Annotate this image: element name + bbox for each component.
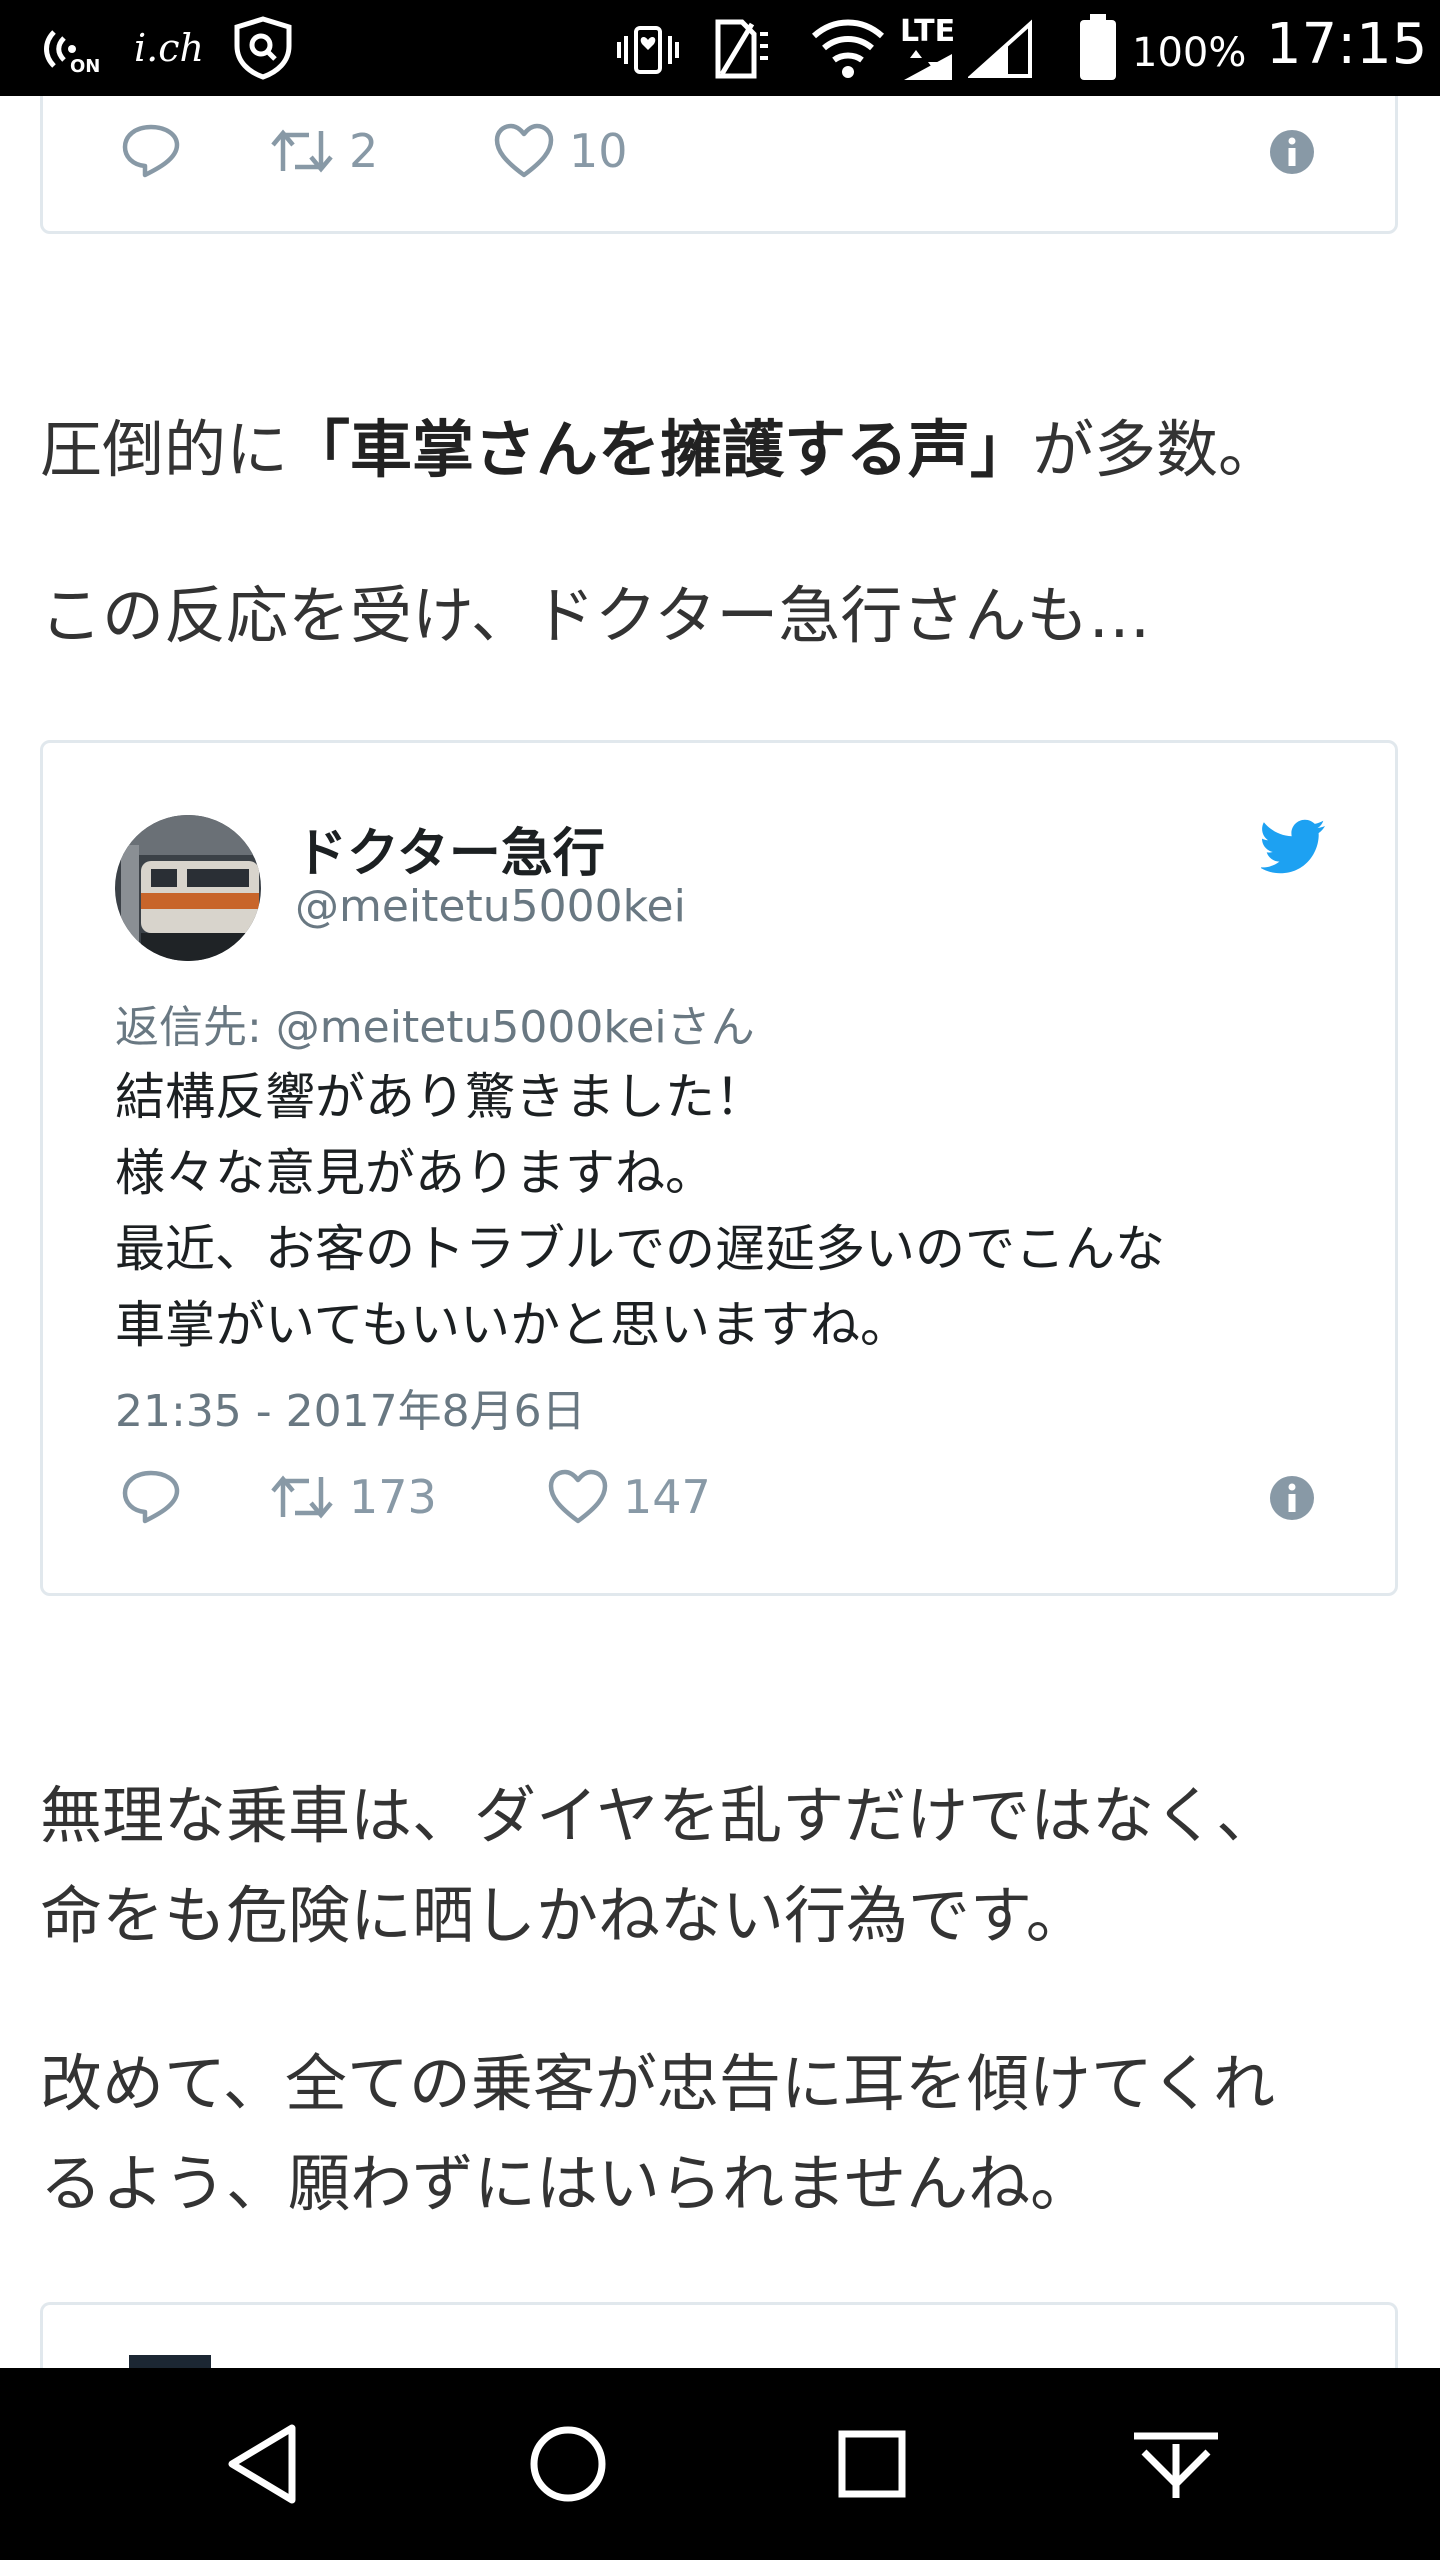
paragraph-3-line: 無理な乗車は、ダイヤを乱すだけではなく、: [40, 1779, 1279, 1852]
twitter-bird-icon[interactable]: [1261, 819, 1327, 875]
clock-time: 17:15: [1266, 12, 1428, 77]
paragraph-4-line: るよう、願わずにはいられませんね。: [40, 2147, 1093, 2220]
reply-icon: [122, 124, 180, 178]
paragraph-2: この反応を受け、ドクター急行さんも…: [40, 579, 1151, 652]
retweet-count: 173: [349, 1470, 437, 1524]
reply-icon: [122, 1470, 180, 1524]
tweet-body-line: 結構反響があり驚きました！: [115, 1068, 765, 1126]
battery-icon: [1078, 14, 1118, 86]
top-reply-button[interactable]: [121, 111, 181, 191]
navigation-bar: [0, 2368, 1440, 2560]
paragraph-1-bold: 「車掌さんを擁護する声」: [288, 413, 1033, 486]
nfc-on-label: ON: [70, 56, 101, 77]
avatar[interactable]: [129, 2355, 211, 2368]
reply-button[interactable]: [121, 1457, 181, 1537]
vibrate-icon: [616, 18, 680, 86]
next-tweet-card[interactable]: [40, 2302, 1398, 2368]
tweet-actions: 173 147: [43, 1457, 1395, 1537]
paragraph-1-prefix: 圧倒的に: [40, 413, 289, 486]
recents-icon[interactable]: [822, 2414, 922, 2514]
nfc-on-icon: ON: [40, 22, 104, 80]
top-like-button[interactable]: 10: [493, 111, 628, 191]
status-bar: ON i.ch LTE 100% 17:15: [0, 0, 1440, 96]
top-tweet-card[interactable]: 2 10: [40, 96, 1398, 234]
top-retweet-count: 2: [349, 124, 379, 178]
lte-signal-icon: LTE: [892, 14, 962, 82]
avatar[interactable]: [115, 815, 261, 961]
tweet-body-line: 車掌がいてもいいかと思いますね。: [115, 1296, 910, 1354]
retweet-button[interactable]: 173: [269, 1457, 437, 1537]
tweet-handle[interactable]: @meitetu5000kei: [295, 881, 686, 932]
battery-percent: 100%: [1132, 30, 1247, 76]
paragraph-1-suffix: が多数。: [1032, 413, 1281, 486]
wifi-icon: [810, 16, 886, 84]
info-icon[interactable]: [1269, 129, 1315, 175]
ich-app-icon: i.ch: [134, 26, 204, 70]
paragraph-3: 無理な乗車は、ダイヤを乱すだけではなく、 命をも危険に晒しかねない行為です。: [40, 1766, 1410, 1966]
tweet-body-line: 最近、お客のトラブルでの遅延多いのでこんな: [115, 1220, 1165, 1278]
tweet-display-name[interactable]: ドクター急行: [295, 811, 605, 886]
article-content[interactable]: 2 10 圧倒的に「車掌さんを擁護する声」が多数。 この反応を受け、ドクター急行…: [0, 96, 1440, 2368]
heart-icon: [494, 123, 554, 178]
like-count: 147: [623, 1470, 711, 1524]
paragraph-3-line: 命をも危険に晒しかねない行為です。: [40, 1879, 1088, 1952]
shield-search-icon: [232, 16, 294, 84]
paragraph-1: 圧倒的に「車掌さんを擁護する声」が多数。: [40, 400, 1410, 500]
no-sim-icon: [710, 16, 770, 86]
like-button[interactable]: 147: [547, 1457, 711, 1537]
top-like-count: 10: [569, 124, 628, 178]
cell-signal-icon: [966, 18, 1034, 84]
retweet-icon: [271, 1475, 333, 1519]
retweet-icon: [271, 129, 333, 173]
back-icon[interactable]: [214, 2414, 314, 2514]
embedded-tweet-card[interactable]: ドクター急行 @meitetu5000kei 返信先: @meitetu5000…: [40, 740, 1398, 1596]
heart-icon: [548, 1469, 608, 1524]
paragraph-4-line: 改めて、全ての乗客が忠告に耳を傾けてくれ: [40, 2047, 1276, 2120]
tweet-body: 結構反響があり驚きました！ 様々な意見がありますね。 最近、お客のトラブルでの遅…: [115, 1059, 1165, 1363]
notification-pull-icon[interactable]: [1126, 2414, 1226, 2514]
reply-to-text[interactable]: 返信先: @meitetu5000keiさん: [115, 991, 755, 1055]
info-icon[interactable]: [1269, 1475, 1315, 1521]
paragraph-4: 改めて、全ての乗客が忠告に耳を傾けてくれ るよう、願わずにはいられませんね。: [40, 2034, 1410, 2234]
tweet-body-line: 様々な意見がありますね。: [115, 1144, 715, 1202]
home-icon[interactable]: [518, 2414, 618, 2514]
top-retweet-button[interactable]: 2: [269, 111, 378, 191]
tweet-timestamp[interactable]: 21:35 - 2017年8月6日: [115, 1375, 586, 1439]
top-tweet-actions: 2 10: [43, 111, 1395, 191]
